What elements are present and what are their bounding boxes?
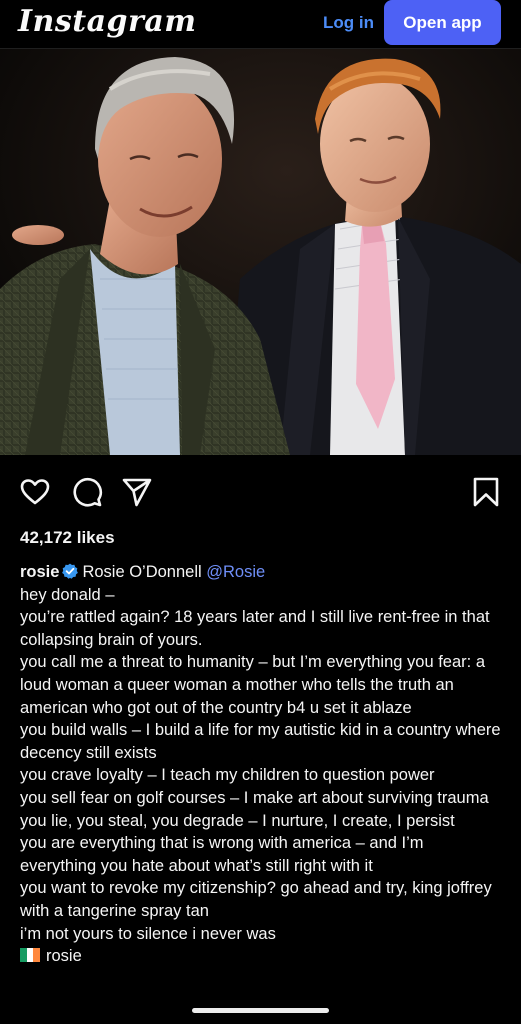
caption-line: you are everything that is wrong with am… [20,834,424,875]
post-caption: rosie Rosie O’Donnell @Rosie hey donald –… [20,561,504,968]
comment-bubble-icon[interactable] [71,476,103,508]
mention-link[interactable]: @Rosie [206,563,265,581]
open-app-button[interactable]: Open app [384,0,501,45]
send-paper-plane-icon[interactable] [121,476,153,508]
caption-line: you lie, you steal, you degrade – I nurt… [20,811,455,830]
display-name: Rosie O’Donnell [82,563,202,581]
caption-line: hey donald – [20,585,115,604]
caption-line: you build walls – I build a life for my … [20,721,501,762]
signoff-text: rosie [46,947,82,966]
caption-line: you sell fear on golf courses – I make a… [20,788,489,807]
caption-header: rosie Rosie O’Donnell @Rosie [20,561,504,584]
bookmark-icon[interactable] [470,476,502,508]
verified-badge-icon [62,563,79,579]
caption-line: i’m not yours to silence i never was [20,924,276,943]
top-header: Instagram Log in Open app [0,0,521,49]
caption-signoff: rosie [20,945,504,968]
post-action-bar [0,470,521,514]
post-photo-illustration [0,49,521,455]
caption-line: you want to revoke my citizenship? go ah… [20,879,492,920]
home-indicator[interactable] [192,1008,329,1013]
caption-line: you call me a threat to humanity – but I… [20,653,485,717]
instagram-logo[interactable]: Instagram [18,2,197,42]
likes-count[interactable]: 42,172 likes [20,527,115,549]
username-link[interactable]: rosie [20,563,59,581]
heart-icon[interactable] [19,476,51,508]
login-link[interactable]: Log in [323,12,374,34]
post-photo[interactable] [0,49,521,455]
caption-line: you crave loyalty – I teach my children … [20,766,435,785]
ireland-flag-icon [20,948,40,963]
caption-line: you’re rattled again? 18 years later and… [20,608,490,649]
